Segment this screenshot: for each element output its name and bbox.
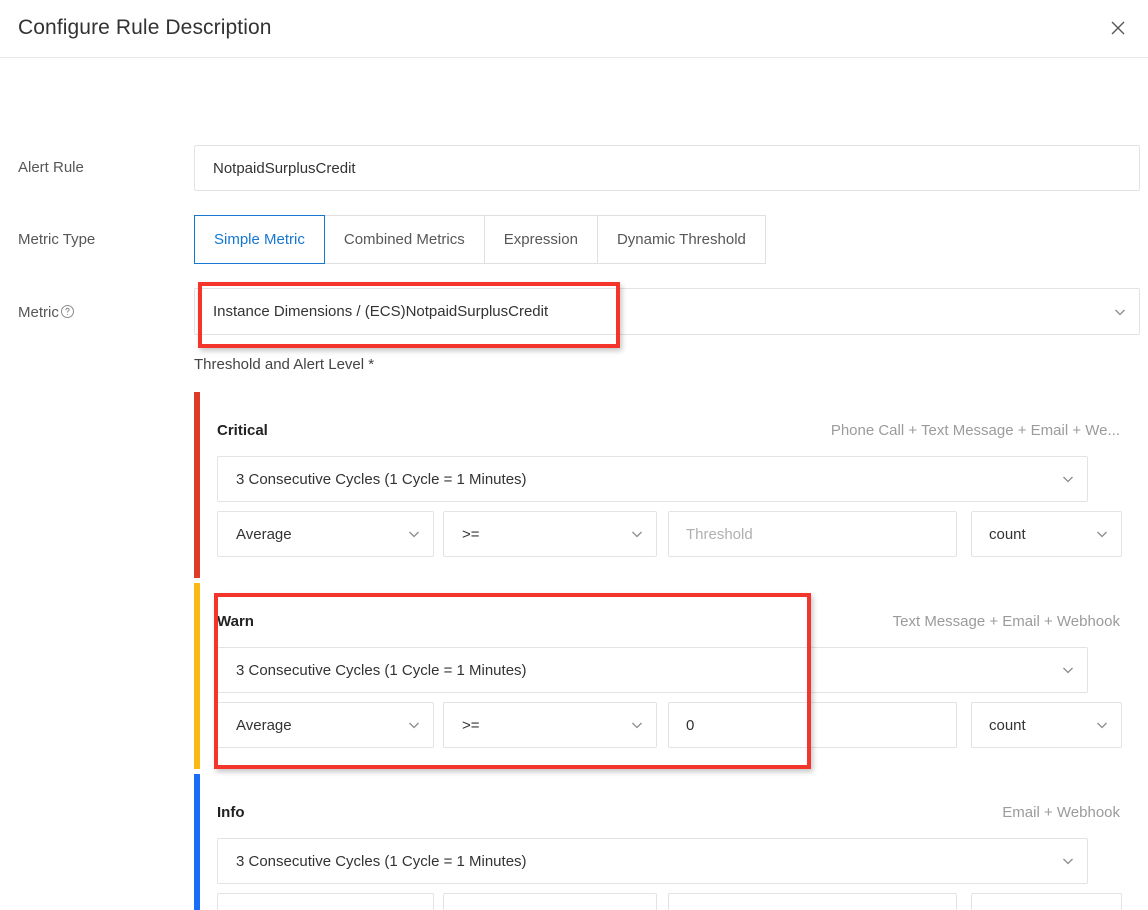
level-block-info: Info Email + Webhook 3 Consecutive Cycle… [194,774,1140,910]
tab-combined-metrics[interactable]: Combined Metrics [324,215,485,264]
cycles-select-info[interactable]: 3 Consecutive Cycles (1 Cycle = 1 Minute… [217,838,1088,884]
chevron-down-icon [1083,526,1121,542]
alert-rule-value: NotpaidSurplusCredit [213,159,356,177]
chevron-down-icon [395,526,433,542]
metric-type-tabs: Simple Metric Combined Metrics Expressio… [194,215,766,264]
operator-select-info[interactable]: >= [443,893,657,910]
statistic-select-warn[interactable]: Average [217,702,434,748]
chevron-down-icon [1049,853,1087,869]
tab-expression[interactable]: Expression [484,215,598,264]
level-notify-warn: Text Message + Email + Webhook [892,613,1120,630]
level-name-info: Info [217,804,245,821]
help-circle-icon[interactable] [60,304,75,319]
threshold-placeholder-critical: Threshold [686,525,753,543]
level-name-warn: Warn [217,613,254,630]
level-stripe-info [194,774,200,910]
level-stripe-warn [194,583,200,769]
close-icon [1108,18,1128,38]
metric-select[interactable]: Instance Dimensions / (ECS)NotpaidSurplu… [194,288,1140,335]
metric-value: Instance Dimensions / (ECS)NotpaidSurplu… [213,303,549,320]
dialog-header: Configure Rule Description [0,0,1148,58]
operator-select-critical[interactable]: >= [443,511,657,557]
unit-select-critical[interactable]: count [971,511,1122,557]
tab-dynamic-threshold[interactable]: Dynamic Threshold [597,215,766,264]
unit-value-warn: count [989,716,1026,734]
close-button[interactable] [1098,8,1138,48]
cycles-value-critical: 3 Consecutive Cycles (1 Cycle = 1 Minute… [236,470,527,488]
chevron-down-icon [1049,662,1087,678]
level-name-critical: Critical [217,422,268,439]
chevron-down-icon [395,717,433,733]
cycles-select-critical[interactable]: 3 Consecutive Cycles (1 Cycle = 1 Minute… [217,456,1088,502]
statistic-value-warn: Average [236,716,292,734]
chevron-down-icon [1049,471,1087,487]
metric-label-text: Metric [18,304,59,321]
threshold-input-warn[interactable]: 0 [668,702,957,748]
alert-rule-input[interactable]: NotpaidSurplusCredit [194,145,1140,191]
threshold-input-info[interactable]: Threshold [668,893,957,910]
unit-select-warn[interactable]: count [971,702,1122,748]
statistic-select-critical[interactable]: Average [217,511,434,557]
chevron-down-icon [618,717,656,733]
unit-select-info[interactable]: count [971,893,1122,910]
level-block-warn: Warn Text Message + Email + Webhook 3 Co… [194,583,1140,769]
level-notify-critical: Phone Call + Text Message + Email + We..… [830,422,1120,439]
operator-value-warn: >= [462,716,480,734]
level-block-critical: Critical Phone Call + Text Message + Ema… [194,392,1140,578]
operator-value-critical: >= [462,525,480,543]
metric-label: Metric [18,304,75,321]
cycles-value-info: 3 Consecutive Cycles (1 Cycle = 1 Minute… [236,852,527,870]
level-notify-info: Email + Webhook [1002,804,1120,821]
tab-simple-metric[interactable]: Simple Metric [194,215,325,264]
threshold-value-warn: 0 [686,716,695,734]
chevron-down-icon [1083,717,1121,733]
level-stripe-critical [194,392,200,578]
statistic-value-critical: Average [236,525,292,543]
operator-select-warn[interactable]: >= [443,702,657,748]
chevron-down-icon [1101,304,1139,320]
chevron-down-icon [618,526,656,542]
unit-value-critical: count [989,525,1026,543]
statistic-select-info[interactable]: Average [217,893,434,910]
page-title: Configure Rule Description [18,16,272,39]
cycles-select-warn[interactable]: 3 Consecutive Cycles (1 Cycle = 1 Minute… [217,647,1088,693]
threshold-section-caption: Threshold and Alert Level * [194,356,375,373]
alert-rule-label: Alert Rule [18,159,84,176]
metric-type-label: Metric Type [18,231,96,248]
threshold-input-critical[interactable]: Threshold [668,511,957,557]
cycles-value-warn: 3 Consecutive Cycles (1 Cycle = 1 Minute… [236,661,527,679]
